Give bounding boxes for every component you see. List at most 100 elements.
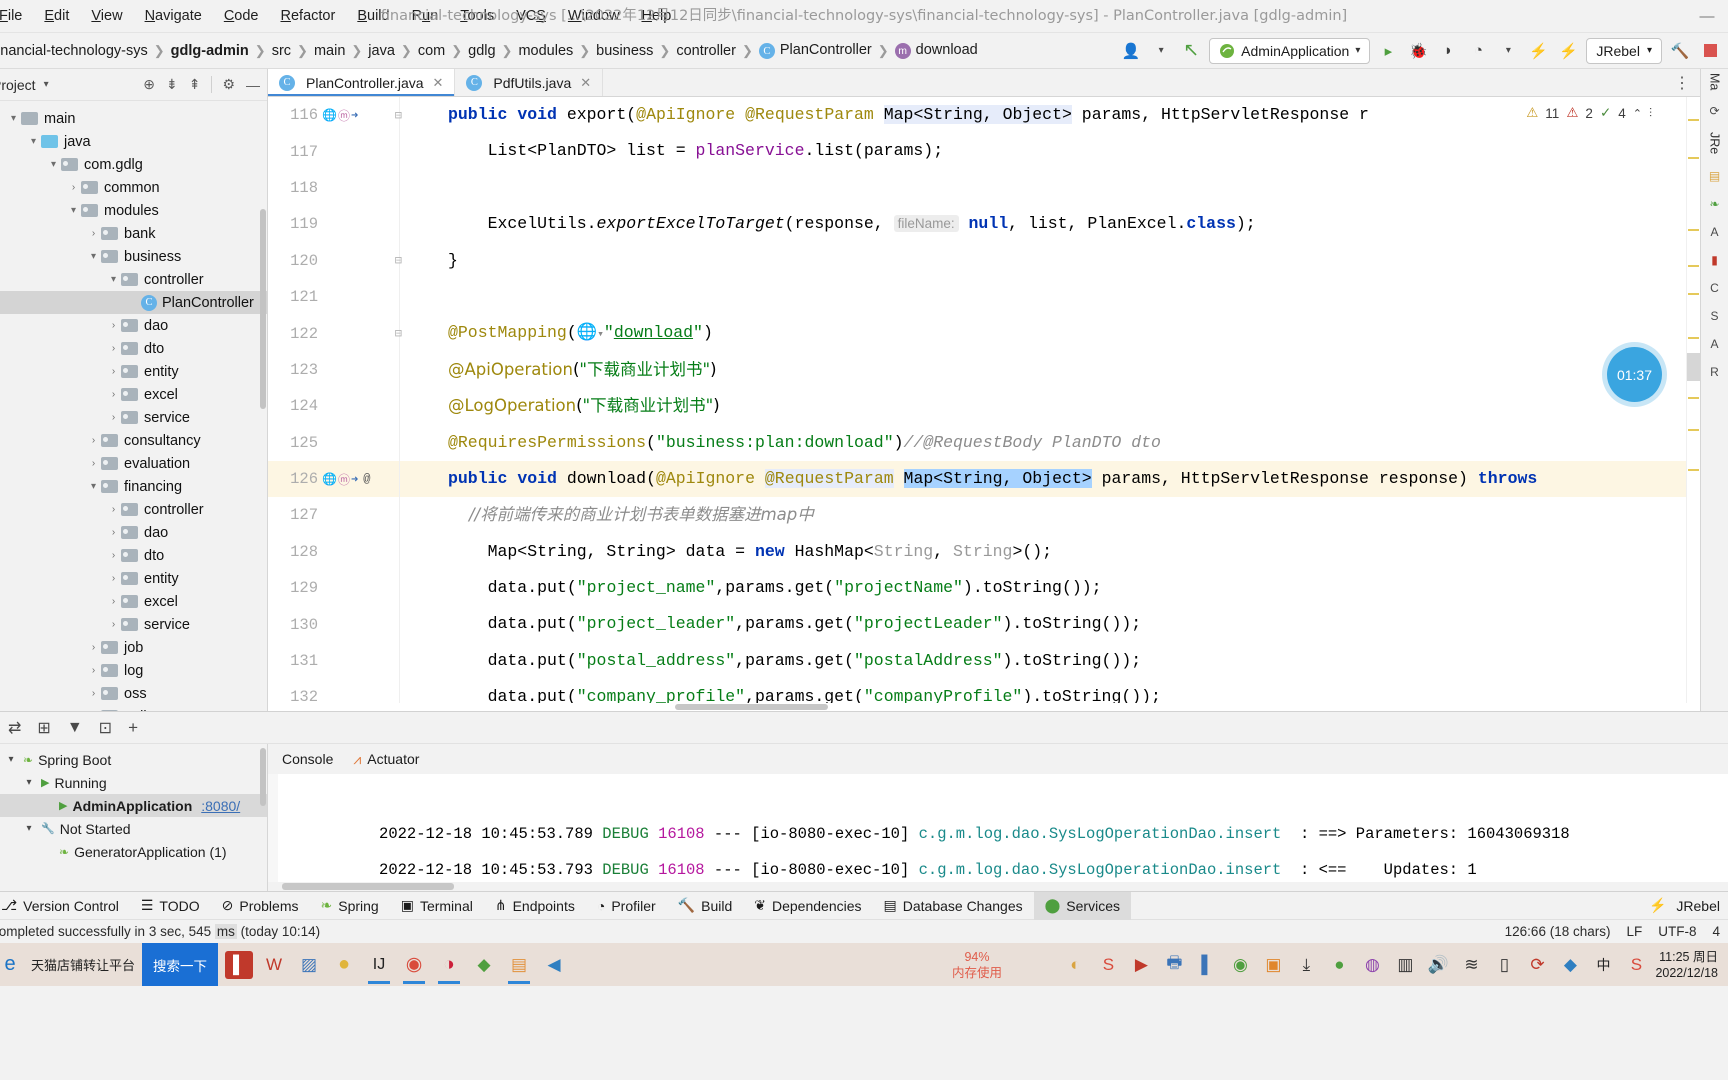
volume-icon[interactable]: 🔊 — [1424, 951, 1452, 979]
tree-node-financing[interactable]: ▾ financing — [0, 475, 267, 498]
indent-size[interactable]: 4 — [1712, 924, 1720, 939]
chevron-right-icon[interactable]: › — [106, 550, 121, 561]
chevron-right-icon[interactable]: › — [86, 435, 101, 446]
gutter-marks[interactable]: 🌐 ⓜ ➜ @ — [322, 471, 370, 488]
profile-icon[interactable]: ◔ — [1466, 39, 1490, 63]
chevron-down-icon[interactable]: ▾ — [46, 159, 61, 170]
tab-pdfutils[interactable]: C PdfUtils.java ✕ — [455, 69, 604, 96]
chevron-right-icon[interactable]: › — [106, 412, 121, 423]
breadcrumb-item-class[interactable]: C PlanController — [754, 42, 877, 60]
expand-icon[interactable]: ⇞ — [189, 76, 201, 93]
fold-marker-icon[interactable]: ⊟ — [395, 108, 402, 123]
gutter-line-117[interactable]: 117 — [268, 133, 446, 169]
opera-icon[interactable]: ◑ — [435, 951, 463, 984]
sidebar-item-r[interactable]: R — [1710, 365, 1719, 379]
console-output[interactable]: 2022-12-18 10:45:53.789 DEBUG 16108 --- … — [268, 774, 1728, 882]
sync-icon[interactable]: ⟳ — [1523, 951, 1551, 979]
code-line-124[interactable]: @LogOperation("下载商业计划书") — [446, 388, 1686, 424]
book-icon[interactable]: ▌ — [1193, 951, 1221, 979]
tool-window-spring[interactable]: ❧ Spring — [310, 892, 390, 920]
collapse-icon[interactable]: ⇟ — [166, 76, 178, 93]
gutter-line-132[interactable]: 132 — [268, 679, 446, 703]
tool-window-profiler[interactable]: ◔ Profiler — [586, 892, 667, 920]
code-content[interactable]: public void export(@ApiIgnore @RequestPa… — [446, 97, 1686, 703]
tree-node-excel[interactable]: › excel — [0, 590, 267, 613]
debug-icon[interactable]: 🐞 — [1406, 39, 1430, 63]
menu-item-window[interactable]: Window — [557, 0, 631, 33]
line-separator[interactable]: LF — [1626, 924, 1642, 939]
chevron-right-icon[interactable]: › — [66, 182, 81, 193]
gutter-line-131[interactable]: 131 — [268, 643, 446, 679]
breadcrumb-item-controller[interactable]: controller — [671, 43, 741, 59]
menu-item-edit[interactable]: Edit — [33, 0, 80, 33]
service-node-spring-boot[interactable]: ▾ ❧ Spring Boot — [0, 748, 267, 771]
menu-item-refactor[interactable]: Refactor — [270, 0, 347, 33]
code-line-119[interactable]: ExcelUtils.exportExcelToTarget(response,… — [446, 206, 1686, 242]
chevron-down-icon[interactable]: ▾ — [66, 205, 81, 216]
navicat-icon[interactable]: ◆ — [470, 951, 498, 979]
add-icon[interactable]: + — [128, 718, 138, 738]
chevron-down-icon[interactable]: ▾ — [1149, 39, 1173, 63]
search-input[interactable]: 搜索一下 — [142, 943, 219, 986]
chevron-down-icon[interactable]: ▾ — [1496, 39, 1520, 63]
tree-node-consultancy[interactable]: › consultancy — [0, 429, 267, 452]
tree-node-service[interactable]: › service — [0, 613, 267, 636]
tool-window-dependencies[interactable]: ❦ Dependencies — [743, 892, 872, 920]
battery-icon[interactable]: ▯ — [1490, 951, 1518, 979]
method-icon[interactable]: ⓜ — [338, 471, 350, 488]
reload-icon[interactable]: ⟳ — [1709, 104, 1719, 118]
gutter-line-126[interactable]: 126 🌐 ⓜ ➜ @ — [268, 460, 446, 498]
sidebar-item-a2[interactable]: A — [1710, 337, 1718, 351]
editor-tabs[interactable]: C PlanController.java ✕ C PdfUtils.java … — [268, 69, 1700, 97]
tree-node-java[interactable]: ▾ java — [0, 130, 267, 153]
chevron-right-icon[interactable]: › — [106, 573, 121, 584]
gutter-line-129[interactable]: 129 — [268, 570, 446, 606]
tree-node-com-gdlg[interactable]: ▾ com.gdlg — [0, 153, 267, 176]
chevron-down-icon[interactable]: ▾ — [22, 777, 36, 788]
project-tree[interactable]: ▾ main ▾ java ▾ com.gdlg › common ▾ modules › bank ▾… — [0, 101, 267, 711]
service-node-not-started[interactable]: ▾ 🔧 Not Started — [0, 817, 267, 840]
tree-node-log[interactable]: › log — [0, 659, 267, 682]
chevron-down-icon[interactable]: ▾ — [1355, 45, 1360, 56]
service-port-link[interactable]: :8080/ — [201, 798, 240, 814]
services-toolbar[interactable]: ⇄ ⊞ ▼ ⊡ + — [0, 712, 1728, 744]
printer-icon[interactable]: 🖶 — [1160, 951, 1188, 979]
tool-window-endpoints[interactable]: ⋔ Endpoints — [484, 892, 586, 920]
services-scrollbar[interactable] — [260, 748, 266, 806]
green-icon[interactable]: ● — [1325, 951, 1353, 979]
chevron-right-icon[interactable]: › — [106, 343, 121, 354]
expand-all-icon[interactable]: ⇄ — [8, 718, 21, 738]
postman-icon[interactable]: ▤ — [505, 951, 533, 984]
folder-yellow-icon[interactable]: ● — [330, 951, 358, 979]
minimize-icon[interactable]: — — [246, 77, 260, 93]
globe-icon[interactable]: 🌐 — [322, 108, 337, 123]
chevron-right-icon[interactable]: › — [106, 596, 121, 607]
gutter-line-123[interactable]: 123 — [268, 352, 446, 388]
tab-actuator[interactable]: ⩘ Actuator — [353, 751, 419, 768]
code-line-132[interactable]: data.put("company_profile",params.get("c… — [446, 679, 1686, 703]
hammer-icon[interactable]: 🔨 — [1668, 39, 1692, 63]
tree-node-common[interactable]: › common — [0, 176, 267, 199]
leaf-icon[interactable]: ❧ — [1709, 197, 1719, 211]
chevron-right-icon[interactable]: › — [106, 527, 121, 538]
tree-node-policy[interactable]: ›policy — [0, 705, 267, 711]
file-encoding[interactable]: UTF-8 — [1658, 924, 1696, 939]
fold-marker-icon[interactable]: ⊟ — [395, 326, 402, 341]
caret-position[interactable]: 126:66 (18 chars) — [1505, 924, 1611, 939]
chevron-right-icon[interactable]: › — [106, 320, 121, 331]
weibo-icon[interactable]: ◐ — [1061, 951, 1089, 979]
tree-node-job[interactable]: › job — [0, 636, 267, 659]
menu-item-view[interactable]: View — [80, 0, 133, 33]
marker-icon[interactable]: ▮ — [1711, 253, 1718, 267]
code-line-127[interactable]: //将前端传来的商业计划书表单数据塞进map中 — [446, 497, 1686, 533]
tool-window-problems[interactable]: ⊘ Problems — [211, 892, 310, 920]
tree-node-evaluation[interactable]: › evaluation — [0, 452, 267, 475]
chevron-down-icon[interactable]: ▾ — [22, 823, 36, 834]
chevron-right-icon[interactable]: › — [106, 504, 121, 515]
service-node-running[interactable]: ▾ ▶ Running — [0, 771, 267, 794]
menu-bar[interactable]: File Edit View Navigate Code Refactor Bu… — [0, 0, 682, 33]
gutter-marks[interactable]: 🌐 ⓜ ➜ — [322, 107, 358, 124]
edge-icon[interactable]: e — [0, 951, 24, 979]
code-line-117[interactable]: List<PlanDTO> list = planService.list(pa… — [446, 133, 1686, 169]
chrome-icon[interactable]: ◉ — [400, 951, 428, 984]
